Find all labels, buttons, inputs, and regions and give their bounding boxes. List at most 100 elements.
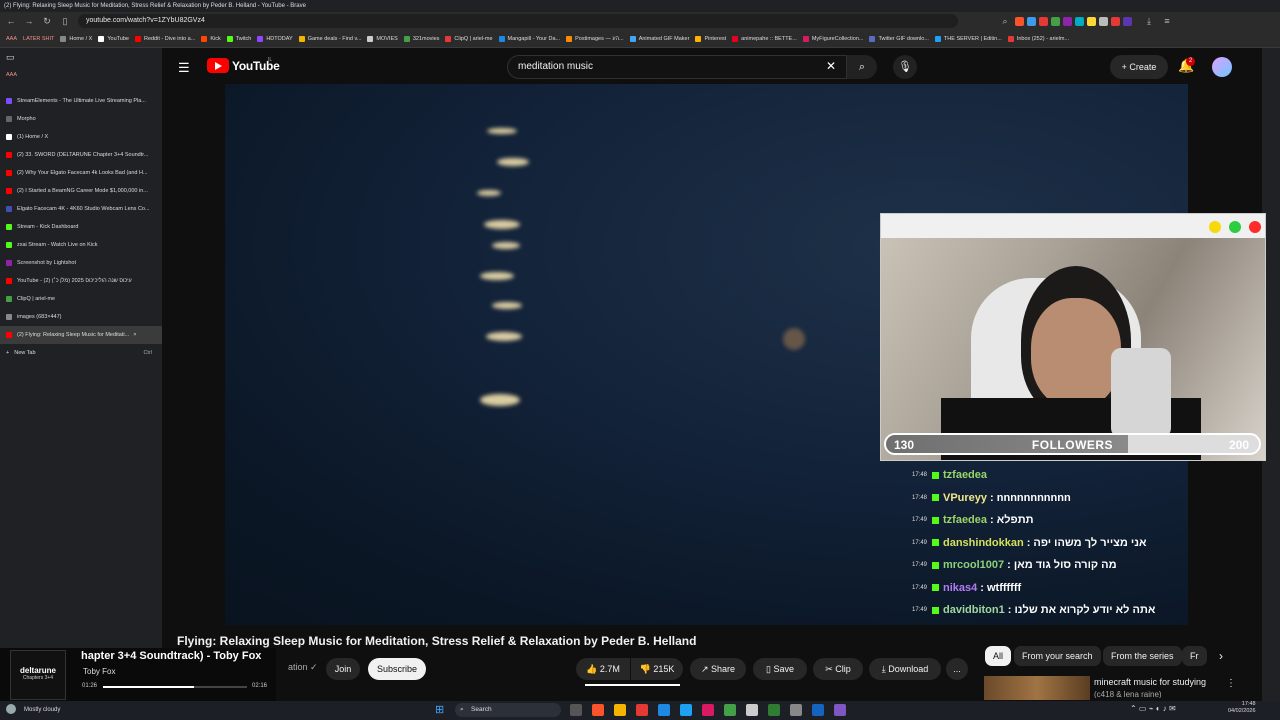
bookmark-item[interactable]: MOVIES: [367, 35, 398, 42]
recommended-title[interactable]: minecraft music for studying: [1094, 677, 1206, 687]
bookmark-item[interactable]: Reddit - Dive into a...: [134, 35, 195, 42]
weather-icon[interactable]: [6, 704, 16, 714]
tab-item[interactable]: Screenshot by Lightshot: [0, 254, 162, 272]
bookmark-item[interactable]: Twitch: [226, 35, 251, 42]
tray-icons[interactable]: ⌃ ▭ ⌁ ◐ ♪ ✉: [1130, 704, 1176, 713]
tab-item[interactable]: (1) Home / X: [0, 128, 162, 146]
search-input[interactable]: meditation music: [507, 55, 847, 79]
brave-icon[interactable]: [592, 704, 604, 716]
zoom-icon[interactable]: ⌕: [998, 14, 1012, 28]
app-icon[interactable]: [812, 704, 824, 716]
bookmark-item[interactable]: Twitter GIF downlo...: [869, 35, 929, 42]
tab-item[interactable]: ClipQ | ariel-me: [0, 290, 162, 308]
bookmark-item[interactable]: LATER SHIT: [23, 36, 54, 42]
app-icon[interactable]: [768, 704, 780, 716]
bookmark-item[interactable]: ClipQ | ariel-me: [445, 35, 493, 42]
tab-item[interactable]: zxai Stream - Watch Live on Kick: [0, 236, 162, 254]
chip-more[interactable]: Fr: [1182, 646, 1207, 666]
clear-search-icon[interactable]: ✕: [826, 59, 836, 73]
brave-shield-icon[interactable]: [1015, 16, 1024, 26]
bookmark-item[interactable]: Inbox (252) - arielm...: [1007, 35, 1069, 42]
extension-icon[interactable]: [1039, 16, 1048, 26]
bookmark-page-icon[interactable]: ▯: [58, 14, 72, 28]
app-icon[interactable]: [724, 704, 736, 716]
chip-from-your-search[interactable]: From your search: [1014, 646, 1101, 666]
search-button[interactable]: ⌕: [847, 55, 877, 79]
bookmark-item[interactable]: HDTODAY: [257, 35, 293, 42]
back-icon[interactable]: ←: [4, 14, 18, 28]
bookmark-item[interactable]: YouTube: [98, 35, 129, 42]
extension-icon[interactable]: [1051, 16, 1060, 26]
share-button[interactable]: ↗ Share: [690, 658, 746, 680]
sidebar-toggle-icon[interactable]: ▭: [0, 48, 162, 66]
settings-icon[interactable]: [790, 704, 802, 716]
task-view-icon[interactable]: [570, 704, 582, 716]
clip-button[interactable]: ✂ Clip: [813, 658, 863, 680]
tab-item-active[interactable]: (2) Flying: Relaxing Sleep Music for Med…: [0, 326, 162, 344]
download-icon[interactable]: ⤓: [1142, 14, 1156, 28]
chip-from-the-series[interactable]: From the series: [1103, 646, 1182, 666]
clock[interactable]: 17:48 04/02/2026: [1228, 701, 1256, 715]
app-icon[interactable]: [680, 704, 692, 716]
weather-text[interactable]: Mostly cloudy: [24, 707, 60, 713]
file-explorer-icon[interactable]: [614, 704, 626, 716]
join-button[interactable]: Join: [326, 658, 360, 680]
app-icon[interactable]: [746, 704, 758, 716]
more-vert-icon[interactable]: ⋮: [1226, 678, 1236, 689]
bookmark-item[interactable]: animepahe :: BETTE...: [732, 35, 797, 42]
start-icon[interactable]: ⊞: [435, 703, 444, 716]
app-icon[interactable]: [702, 704, 714, 716]
new-tab-button[interactable]: + New Tab Ctrl: [0, 344, 162, 362]
menu-icon[interactable]: ≡: [1160, 14, 1174, 28]
app-icon[interactable]: [636, 704, 648, 716]
save-button[interactable]: ▯ Save: [753, 658, 807, 680]
bookmark-item[interactable]: Postimages — הע...: [566, 35, 624, 42]
dislike-button[interactable]: 👎 215K: [631, 658, 683, 680]
forward-icon[interactable]: →: [22, 14, 36, 28]
tab-item[interactable]: Morpho: [0, 110, 162, 128]
like-button[interactable]: 👍 2.7M: [576, 658, 630, 680]
close-tab-icon[interactable]: ×: [133, 332, 136, 338]
bookmark-item[interactable]: THE SERVER | Editin...: [934, 35, 1002, 42]
bookmark-item[interactable]: Game deals - Find v...: [298, 35, 361, 42]
media-progress-track[interactable]: [103, 686, 247, 688]
bookmark-item[interactable]: Kick: [201, 35, 221, 42]
extension-icon[interactable]: [1075, 16, 1084, 26]
more-actions-button[interactable]: ...: [946, 658, 968, 680]
bookmark-item[interactable]: MyFigureCollection...: [802, 35, 863, 42]
recommended-thumbnail[interactable]: [984, 676, 1090, 700]
tab-item[interactable]: Stream - Kick Dashboard: [0, 218, 162, 236]
youtube-logo-icon[interactable]: [207, 58, 229, 73]
extension-icon[interactable]: [1063, 16, 1072, 26]
reload-icon[interactable]: ↻: [40, 14, 54, 28]
chip-all[interactable]: All: [985, 646, 1012, 666]
create-button[interactable]: + Create: [1110, 55, 1168, 79]
app-icon[interactable]: [658, 704, 670, 716]
bookmark-item[interactable]: Home / X: [60, 35, 92, 42]
bookmark-item[interactable]: AAA: [6, 36, 17, 42]
bookmark-item[interactable]: Mangapill - Your Da...: [498, 35, 560, 42]
app-icon[interactable]: [834, 704, 846, 716]
download-button[interactable]: ⤓ Download: [869, 658, 941, 680]
tab-item[interactable]: (2) 33. SWORD (DELTARUNE Chapter 3+4 Sou…: [0, 146, 162, 164]
taskbar-search[interactable]: ⌕ Search: [455, 703, 561, 717]
subscribe-button[interactable]: Subscribe: [368, 658, 426, 680]
tab-item[interactable]: StreamElements - The Ultimate Live Strea…: [0, 92, 162, 110]
recommended-subtitle[interactable]: (c418 & lena raine): [1094, 690, 1162, 698]
address-bar[interactable]: youtube.com/watch?v=1ZYbU82GVz4: [78, 14, 958, 28]
youtube-logo-text[interactable]: YouTube: [232, 59, 280, 73]
tab-item[interactable]: (2) I Started a BeamNG Career Mode $1,00…: [0, 182, 162, 200]
extension-icon[interactable]: [1027, 16, 1036, 26]
extension-icon[interactable]: [1099, 16, 1108, 26]
tab-item[interactable]: Elgato Facecam 4K - 4K60 Studio Webcam L…: [0, 200, 162, 218]
extension-icon[interactable]: [1111, 16, 1120, 26]
extension-icon[interactable]: [1123, 16, 1132, 26]
chevron-right-icon[interactable]: ›: [1212, 646, 1230, 666]
avatar[interactable]: [1212, 57, 1232, 77]
hamburger-menu-icon[interactable]: ☰: [178, 60, 190, 76]
tab-item[interactable]: images (683×447): [0, 308, 162, 326]
extension-icon[interactable]: [1087, 16, 1096, 26]
bookmark-item[interactable]: 321movies: [403, 35, 439, 42]
tab-group-label[interactable]: AAA: [0, 66, 162, 84]
tab-item[interactable]: (2) Why Your Elgato Facecam 4k Looks Bad…: [0, 164, 162, 182]
